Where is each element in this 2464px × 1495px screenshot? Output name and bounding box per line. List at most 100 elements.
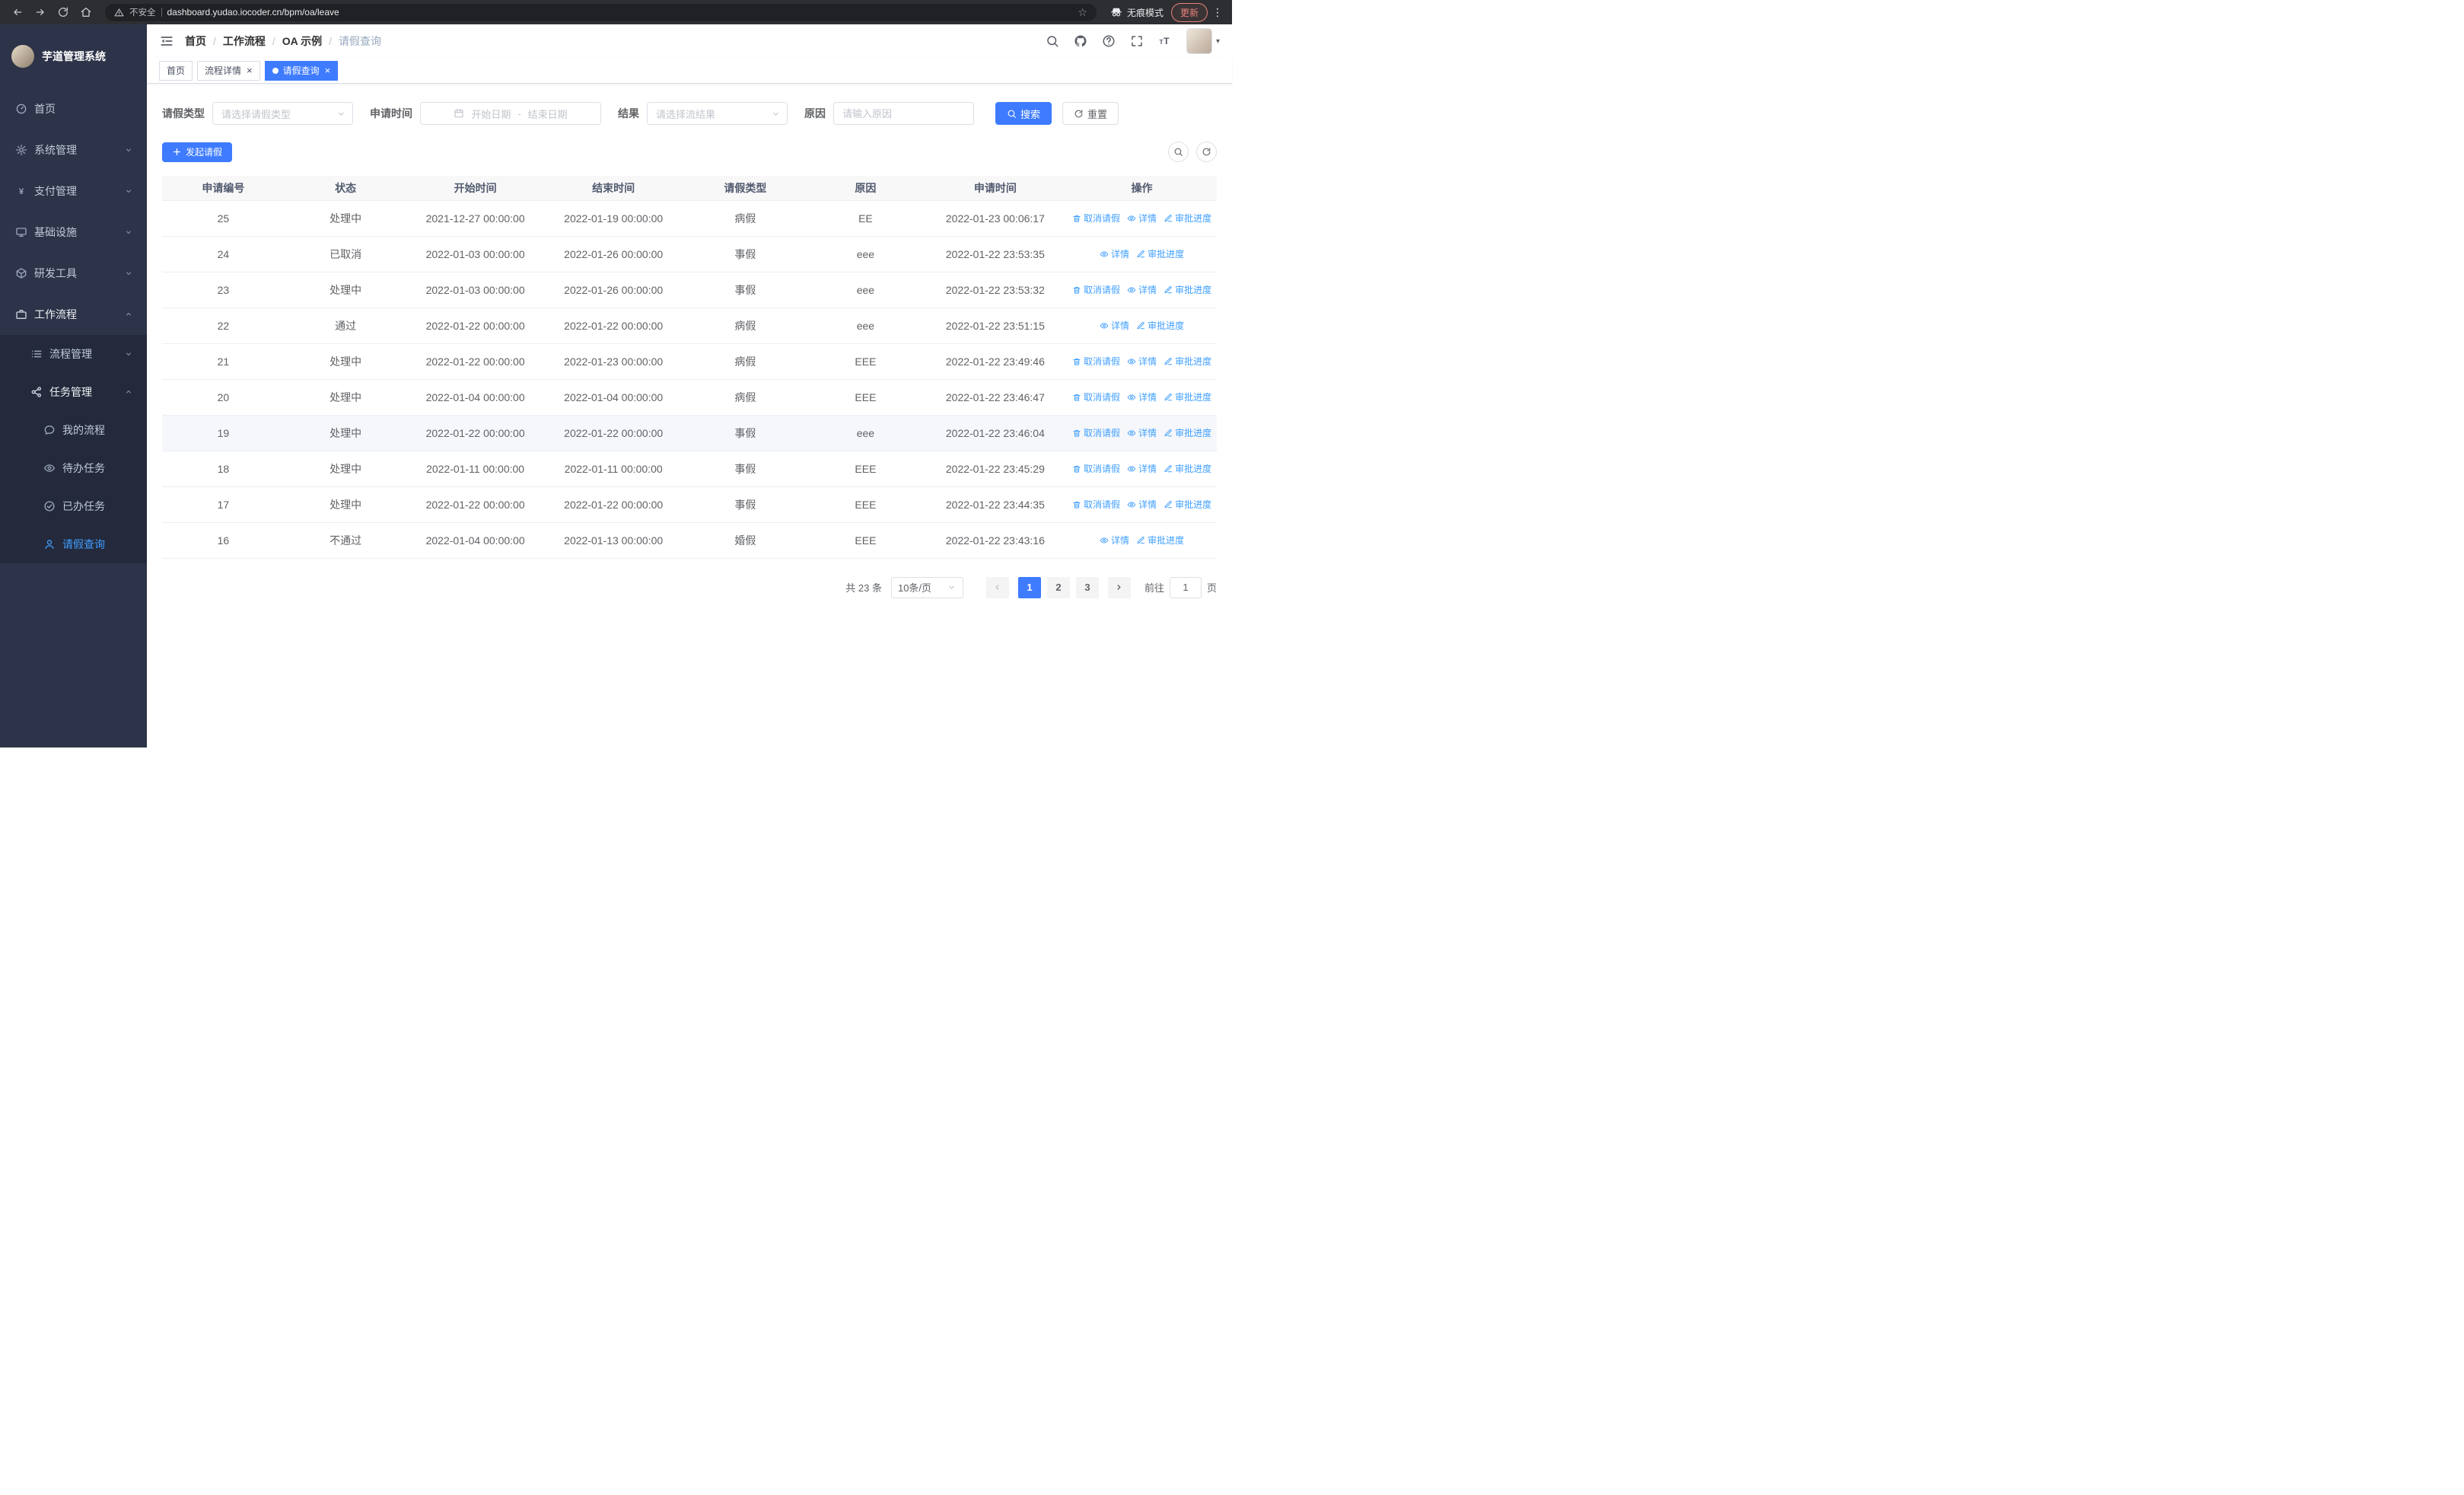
sidebar-item-todo-tasks[interactable]: 待办任务: [0, 449, 147, 487]
approval-progress-link[interactable]: 审批进度: [1164, 462, 1211, 475]
sidebar-item-payment-management[interactable]: 支付管理: [0, 171, 147, 212]
search-button[interactable]: 搜索: [995, 102, 1052, 125]
reason-input[interactable]: [842, 107, 965, 120]
cancel-leave-link[interactable]: 取消请假: [1072, 283, 1120, 296]
detail-link[interactable]: 详情: [1100, 534, 1129, 547]
cell-actions: 取消请假 详情 审批进度: [1067, 486, 1217, 523]
cell-leave-type: 病假: [683, 200, 808, 237]
tab-process-detail[interactable]: 流程详情 ×: [197, 60, 260, 81]
detail-link[interactable]: 详情: [1100, 319, 1129, 332]
filter-bar: 请假类型 请选择请假类型 申请时间 开始日期 - 结束日期 结果 请选择流结果: [162, 102, 1217, 125]
cell-end-time: 2022-01-22 00:00:00: [543, 486, 683, 523]
sidebar-item-dev-tools[interactable]: 研发工具: [0, 253, 147, 294]
chevron-icon: [124, 145, 133, 155]
toggle-search-button[interactable]: [1168, 142, 1189, 162]
sidebar-item-workflow[interactable]: 工作流程: [0, 294, 147, 335]
sidebar-item-leave-query[interactable]: 请假查询: [0, 525, 147, 563]
cell-leave-type: 病假: [683, 379, 808, 416]
create-leave-button[interactable]: 发起请假: [162, 142, 233, 162]
detail-link[interactable]: 详情: [1100, 247, 1129, 260]
goto-label: 前往: [1144, 582, 1164, 594]
fullscreen-icon[interactable]: [1130, 34, 1144, 48]
tab-leave-query[interactable]: 请假查询 ×: [264, 60, 339, 81]
detail-link[interactable]: 详情: [1127, 462, 1157, 475]
security-warning-label: 不安全: [129, 8, 156, 18]
tab-home[interactable]: 首页: [159, 60, 193, 81]
browser-chrome: 不安全 dashboard.yudao.iocoder.cn/bpm/oa/le…: [0, 0, 1232, 24]
result-select[interactable]: 请选择流结果: [647, 102, 788, 125]
approval-progress-link[interactable]: 审批进度: [1164, 498, 1211, 511]
browser-menu-icon[interactable]: ⋮: [1211, 6, 1224, 19]
sidebar-item-system-management[interactable]: 系统管理: [0, 129, 147, 171]
approval-progress-link[interactable]: 审批进度: [1164, 426, 1211, 439]
sidebar-item-infrastructure[interactable]: 基础设施: [0, 212, 147, 253]
browser-home-button[interactable]: [76, 2, 96, 22]
update-button[interactable]: 更新: [1170, 2, 1208, 22]
forward-button[interactable]: [30, 2, 50, 22]
approval-progress-link[interactable]: 审批进度: [1136, 247, 1184, 260]
goto-page-input[interactable]: [1169, 576, 1202, 598]
detail-link[interactable]: 详情: [1127, 426, 1157, 439]
leave-type-select[interactable]: 请选择请假类型: [212, 102, 353, 125]
help-icon[interactable]: [1102, 34, 1116, 48]
close-icon[interactable]: ×: [325, 65, 331, 75]
cancel-leave-link[interactable]: 取消请假: [1072, 462, 1120, 475]
github-icon[interactable]: [1074, 34, 1087, 48]
cell-status: 已取消: [284, 236, 407, 273]
font-size-icon[interactable]: [1158, 34, 1172, 48]
detail-link[interactable]: 详情: [1127, 283, 1157, 296]
column-header: 操作: [1067, 176, 1217, 201]
cancel-leave-link[interactable]: 取消请假: [1072, 355, 1120, 368]
refresh-table-button[interactable]: [1196, 142, 1217, 162]
page-button-2[interactable]: 2: [1046, 576, 1070, 598]
search-icon[interactable]: [1046, 34, 1059, 48]
apply-time-range-picker[interactable]: 开始日期 - 结束日期: [420, 102, 601, 125]
collapse-sidebar-icon[interactable]: [159, 33, 174, 49]
reload-button[interactable]: [53, 2, 73, 22]
reset-button[interactable]: 重置: [1062, 102, 1119, 125]
approval-progress-link[interactable]: 审批进度: [1164, 283, 1211, 296]
cell-apply-time: 2022-01-22 23:46:04: [923, 415, 1068, 451]
page-button-3[interactable]: 3: [1075, 576, 1099, 598]
logo: 芋道管理系统: [0, 24, 147, 88]
cancel-leave-link[interactable]: 取消请假: [1072, 426, 1120, 439]
sidebar-item-my-process[interactable]: 我的流程: [0, 411, 147, 449]
active-tab-dot: [272, 67, 279, 74]
page-button-1[interactable]: 1: [1017, 576, 1041, 598]
sidebar-item-done-tasks[interactable]: 已办任务: [0, 487, 147, 525]
sidebar-item-home[interactable]: 首页: [0, 88, 147, 129]
prev-page-button[interactable]: [985, 576, 1009, 598]
user-menu[interactable]: ▾: [1186, 28, 1220, 54]
back-button[interactable]: [8, 2, 27, 22]
breadcrumb-item: 请假查询: [339, 35, 382, 47]
approval-progress-link[interactable]: 审批进度: [1164, 390, 1211, 403]
approval-progress-link[interactable]: 审批进度: [1136, 534, 1184, 547]
detail-link[interactable]: 详情: [1127, 390, 1157, 403]
eye-icon: [1127, 464, 1136, 473]
detail-link[interactable]: 详情: [1127, 212, 1157, 225]
close-icon[interactable]: ×: [247, 65, 253, 75]
cell-reason: EEE: [807, 343, 924, 380]
next-page-button[interactable]: [1107, 576, 1131, 598]
cancel-leave-link[interactable]: 取消请假: [1072, 390, 1120, 403]
cell-start-time: 2022-01-22 00:00:00: [406, 486, 544, 523]
page-size-select[interactable]: 10条/页: [890, 576, 963, 598]
breadcrumb-item[interactable]: 首页: [185, 33, 206, 49]
approval-progress-link[interactable]: 审批进度: [1164, 355, 1211, 368]
cancel-leave-link[interactable]: 取消请假: [1072, 212, 1120, 225]
bookmark-star-icon[interactable]: ☆: [1078, 7, 1087, 18]
breadcrumb-item[interactable]: 工作流程: [223, 33, 266, 49]
result-label: 结果: [618, 107, 639, 120]
sidebar-item-task-management[interactable]: 任务管理: [0, 373, 147, 411]
column-header: 结束时间: [543, 176, 683, 201]
cancel-leave-link[interactable]: 取消请假: [1072, 498, 1120, 511]
detail-link[interactable]: 详情: [1127, 498, 1157, 511]
address-bar[interactable]: 不安全 dashboard.yudao.iocoder.cn/bpm/oa/le…: [105, 3, 1097, 21]
sidebar-item-process-management[interactable]: 流程管理: [0, 335, 147, 373]
approval-progress-link[interactable]: 审批进度: [1136, 319, 1184, 332]
approval-progress-link[interactable]: 审批进度: [1164, 212, 1211, 225]
detail-link[interactable]: 详情: [1127, 355, 1157, 368]
cell-reason: EEE: [807, 451, 924, 487]
eye-icon: [1127, 429, 1136, 438]
breadcrumb-item[interactable]: OA 示例: [282, 33, 322, 49]
